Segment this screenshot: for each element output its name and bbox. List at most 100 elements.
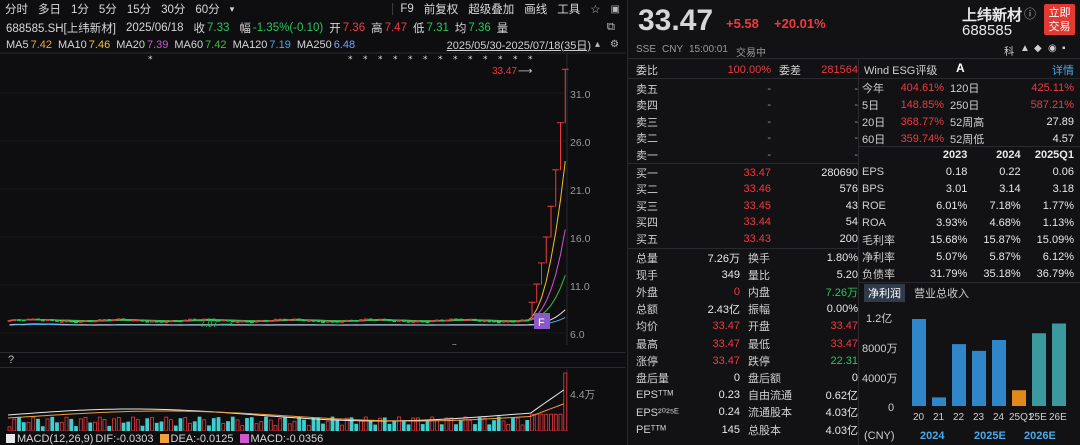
profit-tick-8000w: 8000万 xyxy=(862,343,897,355)
order-diff-value: 281564 xyxy=(821,63,858,76)
high-label: 高 xyxy=(371,22,383,35)
volume-bar xyxy=(249,417,254,431)
stat-row: 总量 7.26万 换手 1.80% xyxy=(636,249,858,266)
trade-status: 交易中 xyxy=(736,48,766,59)
volume-bar xyxy=(55,422,59,431)
stat-label-2: 盘后额 xyxy=(748,372,781,385)
ask-volume: - xyxy=(854,99,858,112)
candle-body xyxy=(420,320,425,323)
stat-row: 现手 349 量比 5.20 xyxy=(636,266,858,283)
stat-row: 最高 33.47 最低 33.47 xyxy=(636,335,858,352)
period-multiday[interactable]: 多日 xyxy=(33,1,66,17)
period-5min[interactable]: 5分 xyxy=(94,1,122,17)
ma250-value: 6.48 xyxy=(333,38,356,51)
bid-volume: 54 xyxy=(845,216,858,229)
fin-value: 0.18 xyxy=(945,165,968,178)
candlestick-chart[interactable]: 31.0 26.0 21.0 16.0 11.0 6.0 33.47 ⟶ 7.0… xyxy=(0,52,625,345)
info-icon[interactable]: ⓘ xyxy=(1024,5,1036,22)
open-value: 7.36 xyxy=(342,21,366,34)
perf-value: 359.74% xyxy=(900,132,944,145)
candle-body xyxy=(17,319,21,321)
fin-value: 5.87% xyxy=(989,250,1021,263)
profit-bar-25Q1 xyxy=(1012,390,1026,406)
stat-value: 0.24 xyxy=(718,406,740,419)
period-15min[interactable]: 15分 xyxy=(122,1,156,17)
profit-bar-25E xyxy=(1032,333,1046,406)
range-lock-icon[interactable]: ▴ xyxy=(595,39,600,50)
draw-line-button[interactable]: 画线 xyxy=(519,1,552,17)
trade-button[interactable]: 立即 交易 xyxy=(1044,4,1075,35)
stat-value: 33.47 xyxy=(712,320,740,333)
open-label: 开 xyxy=(329,22,341,35)
margin-icon[interactable]: ▲ xyxy=(1020,43,1030,54)
period-more-chevron-icon[interactable]: ▾ xyxy=(225,4,240,15)
profit-category-label: 24 xyxy=(993,412,1005,423)
candle-body xyxy=(425,321,430,324)
date-range[interactable]: 2025/05/30-2025/07/18(35日) xyxy=(447,37,591,53)
bid-row[interactable]: 买五 33.43 200 xyxy=(636,230,858,247)
star-icon[interactable]: ☆ xyxy=(585,2,605,16)
candle-body xyxy=(454,318,458,321)
ma250-label: MA250 xyxy=(296,38,332,51)
stat-label-2: 换手 xyxy=(748,252,770,265)
ask-row: 卖一 - - xyxy=(636,146,858,163)
volume-bar xyxy=(40,426,45,431)
volume-bar xyxy=(283,417,287,431)
bid-row[interactable]: 买三 33.45 43 xyxy=(636,197,858,214)
overlay-button[interactable]: 超级叠加 xyxy=(463,1,519,17)
fin-value: 7.18% xyxy=(989,199,1021,212)
period-30min[interactable]: 30分 xyxy=(156,1,190,17)
high-value: 7.47 xyxy=(384,21,407,34)
esg-detail-link[interactable]: 详情 xyxy=(1052,62,1074,78)
tab-net-profit[interactable]: 净利润 xyxy=(864,284,905,302)
f9-button[interactable]: F9 xyxy=(395,3,418,15)
period-1min[interactable]: 1分 xyxy=(66,1,94,17)
candle-body xyxy=(264,319,268,322)
volume-bar xyxy=(140,425,145,431)
stat-label: 总额 xyxy=(636,304,658,317)
tools-button[interactable]: 工具 xyxy=(552,1,585,17)
stat-value: 0 xyxy=(733,285,740,298)
profit-bar-24 xyxy=(992,340,1006,406)
volume-bar xyxy=(354,423,359,431)
ma60-label: MA60 xyxy=(174,38,204,51)
link-icon[interactable]: ◆ xyxy=(1034,43,1042,54)
period-60min[interactable]: 60分 xyxy=(190,1,224,17)
period-intraday[interactable]: 分时 xyxy=(0,1,33,17)
candle-body xyxy=(401,320,406,322)
candle-body xyxy=(88,320,93,323)
chg-label: 幅 xyxy=(239,22,251,35)
share-icon[interactable]: ◉ xyxy=(1048,43,1057,54)
bid-row[interactable]: 买一 33.47 280690 xyxy=(636,164,858,181)
close-label: 收 xyxy=(193,22,206,35)
fin-value: 15.87% xyxy=(983,233,1021,246)
chg-value: -1.35%(-0.10) xyxy=(252,21,324,34)
volume-bar xyxy=(525,420,530,431)
volume-bar xyxy=(382,417,387,431)
price-change: +5.58 xyxy=(726,16,759,31)
candle-body xyxy=(473,318,477,321)
window-icon[interactable]: ⧉ xyxy=(607,21,615,34)
stat-row: EPSᵀᵀᴹ 0.23 自由流通 0.62亿 xyxy=(636,387,858,404)
stat-row: 均价 33.47 开盘 33.47 xyxy=(636,318,858,335)
kline-panel: 分时 多日 1分 5分 15分 30分 60分 ▾ F9 前复权 超级叠加 画线… xyxy=(0,0,625,445)
profit-footer: (CNY) 2024 2025E 2026E xyxy=(864,428,1076,444)
stat-value: 145 xyxy=(721,423,740,436)
high-price-label: 33.47 xyxy=(492,66,517,77)
help-button[interactable]: ? xyxy=(8,354,14,366)
stat-value: 33.47 xyxy=(712,337,740,350)
volume-macd-chart[interactable]: 4.4万 xyxy=(0,369,625,431)
adjust-button[interactable]: 前复权 xyxy=(419,1,464,17)
app-icon[interactable]: ▣ xyxy=(606,4,625,15)
volume-bar xyxy=(21,422,26,431)
candle-body xyxy=(492,320,496,323)
fin-value: 36.79% xyxy=(1036,267,1074,280)
bid-row[interactable]: 买二 33.46 576 xyxy=(636,181,858,198)
avg-value: 7.36 xyxy=(468,21,491,34)
bid-row[interactable]: 买四 33.44 54 xyxy=(636,214,858,231)
more-icon[interactable]: ▪ xyxy=(1062,43,1066,54)
tab-revenue[interactable]: 营业总收入 xyxy=(914,285,969,301)
ma120-value: 7.19 xyxy=(269,38,291,51)
candle-body xyxy=(392,320,397,323)
range-settings-icon[interactable]: ⚙ xyxy=(610,39,619,50)
